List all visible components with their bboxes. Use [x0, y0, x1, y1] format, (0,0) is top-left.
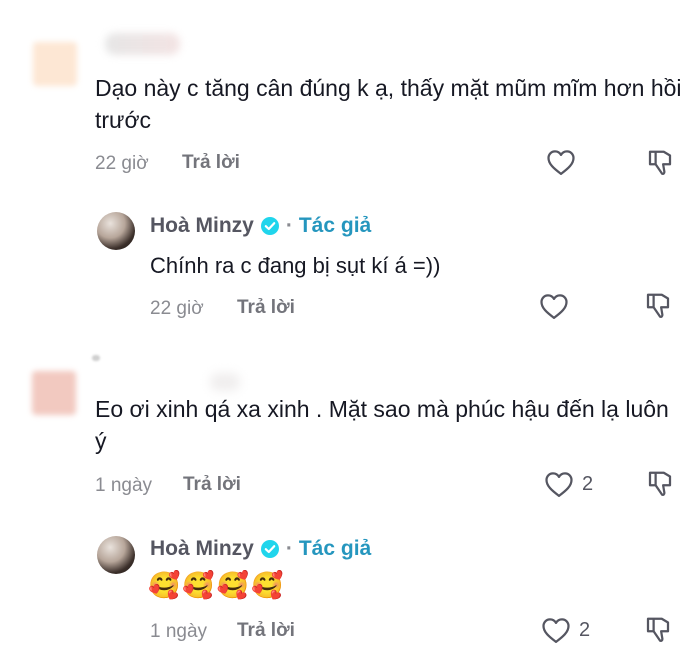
commenter-name-blurred[interactable]	[92, 355, 100, 361]
commenter-avatar-blurred[interactable]	[33, 42, 77, 86]
like-button[interactable]	[546, 148, 576, 176]
heart-outline-icon	[545, 472, 573, 497]
name-separator: ·	[285, 537, 293, 560]
reply-button[interactable]: Trả lời	[183, 474, 241, 496]
comment-item: Eo ơi xinh qá xa xinh . Mặt sao mà phúc …	[0, 345, 700, 520]
heart-outline-icon	[547, 150, 575, 175]
verified-badge-icon	[260, 217, 279, 235]
reply-item: Hoà Minzy · Tác giả Chính ra c đang bị s…	[0, 200, 700, 340]
name-separator: ·	[285, 214, 293, 237]
author-tag: Tác giả	[298, 537, 372, 560]
author-avatar[interactable]	[97, 212, 135, 250]
dislike-button[interactable]	[642, 291, 674, 321]
commenter-avatar-blurred[interactable]	[32, 371, 76, 415]
author-name[interactable]: Hoà Minzy	[150, 537, 254, 561]
commenter-name-blurred[interactable]	[210, 373, 240, 391]
dislike-button[interactable]	[642, 615, 674, 645]
reply-timestamp: 22 giờ	[150, 298, 204, 319]
comment-text: Dạo này c tăng cân đúng k ạ, thấy mặt mũ…	[95, 75, 682, 133]
reply-button[interactable]: Trả lời	[182, 152, 240, 174]
author-avatar[interactable]	[97, 536, 135, 574]
reply-item: Hoà Minzy · Tác giả 🥰🥰🥰🥰 1 ngày Trả lời …	[0, 524, 700, 658]
like-count: 2	[579, 618, 591, 641]
thumbs-down-icon	[648, 150, 672, 175]
comment-text: Eo ơi xinh qá xa xinh . Mặt sao mà phúc …	[95, 396, 669, 454]
author-name[interactable]: Hoà Minzy	[150, 214, 254, 238]
comment-item: Dạo này c tăng cân đúng k ạ, thấy mặt mũ…	[0, 0, 700, 190]
like-count: 2	[582, 472, 594, 495]
like-button[interactable]: 2	[544, 470, 593, 498]
dislike-button[interactable]	[644, 469, 676, 499]
heart-outline-icon	[540, 294, 568, 319]
comment-timestamp: 22 giờ	[95, 153, 149, 174]
reply-button[interactable]: Trả lời	[237, 297, 295, 319]
heart-outline-icon	[542, 618, 570, 643]
reply-text: Chính ra c đang bị sụt kí á =))	[150, 253, 441, 278]
reply-timestamp: 1 ngày	[150, 621, 208, 642]
comment-timestamp: 1 ngày	[95, 475, 153, 496]
dislike-button[interactable]	[644, 148, 676, 178]
thumbs-down-icon	[646, 293, 670, 318]
thumbs-down-icon	[648, 471, 672, 496]
author-name-row: Hoà Minzy · Tác giả	[150, 214, 371, 238]
commenter-name-blurred[interactable]	[105, 33, 180, 55]
like-button[interactable]	[539, 292, 569, 320]
verified-badge-icon	[260, 540, 279, 558]
thumbs-down-icon	[646, 617, 670, 642]
like-button[interactable]: 2	[541, 616, 590, 644]
reply-button[interactable]: Trả lời	[237, 620, 295, 642]
author-tag: Tác giả	[298, 214, 372, 237]
author-name-row: Hoà Minzy · Tác giả	[150, 537, 371, 561]
reply-text-emoji: 🥰🥰🥰🥰	[148, 570, 286, 600]
